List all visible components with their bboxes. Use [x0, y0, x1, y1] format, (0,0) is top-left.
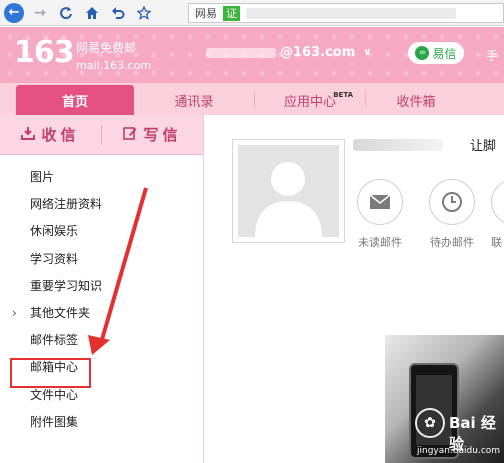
- main-tabbar: 首页 通讯录 应用中心 BETA 收件箱: [0, 83, 504, 115]
- tab-inbox[interactable]: 收件箱: [366, 85, 466, 115]
- greeting-text: 让脚: [470, 139, 497, 154]
- folder-list: 图片 网络注册资料 休闲娱乐 学习资料 重要学习知识 › 其他文件夹 邮件标签 …: [0, 163, 204, 435]
- folder-item-mail-tags[interactable]: 邮件标签: [0, 326, 204, 353]
- tab-home[interactable]: 首页: [16, 85, 134, 115]
- sidebar-actions: 收信 写信: [0, 115, 203, 155]
- account-menu[interactable]: @163.com ∨: [206, 45, 371, 60]
- avatar[interactable]: [232, 139, 345, 243]
- quick-action-label: 联: [491, 236, 502, 249]
- folder-item-leisure[interactable]: 休闲娱乐: [0, 217, 204, 244]
- account-name-blurred: [206, 47, 276, 58]
- tab-app-center[interactable]: 应用中心 BETA: [255, 85, 365, 115]
- edit-icon: [123, 126, 137, 144]
- logo-domain: mail.163.com: [76, 59, 152, 72]
- header-more-link[interactable]: 手: [486, 47, 498, 64]
- folder-label: 其他文件夹: [30, 306, 91, 321]
- avatar-placeholder: [238, 145, 339, 237]
- star-icon[interactable]: [134, 3, 154, 23]
- clock-icon: [429, 179, 475, 225]
- folder-item-study[interactable]: 学习资料: [0, 245, 204, 272]
- undo-icon[interactable]: [108, 3, 128, 23]
- logo-text: 网易免费邮: [76, 41, 137, 55]
- folder-label: 文件中心: [30, 387, 79, 402]
- folder-label: 重要学习知识: [30, 278, 103, 293]
- quick-action-label: 待办邮件: [430, 236, 474, 249]
- username-blurred: [353, 139, 443, 151]
- home-icon[interactable]: [82, 3, 102, 23]
- folder-item-important-study[interactable]: 重要学习知识: [0, 272, 204, 299]
- quick-contacts[interactable]: 联: [491, 179, 504, 250]
- highlight-box: [10, 358, 91, 388]
- beta-badge: BETA: [333, 91, 353, 99]
- quick-action-label: 未读邮件: [358, 236, 402, 249]
- folder-item-attachment-gallery[interactable]: 附件图集: [0, 408, 204, 435]
- quick-unread-mail[interactable]: 未读邮件: [355, 179, 405, 250]
- compose-button[interactable]: 写信: [102, 124, 203, 145]
- baidu-watermark: ✿ Bai 经验 jingyan.baidu.com: [415, 408, 504, 458]
- chevron-right-icon[interactable]: ›: [12, 306, 17, 320]
- download-icon: [21, 126, 36, 144]
- watermark-url: jingyan.baidu.com: [417, 446, 501, 456]
- address-bar[interactable]: 网易 证: [188, 3, 504, 23]
- envelope-icon: [357, 179, 403, 225]
- address-site-name: 网易: [195, 7, 217, 20]
- sidebar: 收信 写信 图片 网络注册资料 休闲娱乐 学习资料 重要学习知识 › 其他文件夹…: [0, 115, 204, 463]
- back-arrow-icon[interactable]: ←: [4, 2, 24, 23]
- forward-arrow-icon[interactable]: →: [30, 3, 50, 23]
- folder-label: 学习资料: [30, 251, 79, 266]
- compose-label: 写信: [143, 126, 182, 144]
- folder-label: 网络注册资料: [30, 197, 103, 212]
- address-url-blurred: [246, 7, 456, 19]
- folder-label: 邮件标签: [30, 333, 79, 348]
- certificate-badge[interactable]: 证: [223, 5, 240, 21]
- folder-label: 图片: [30, 170, 55, 185]
- chevron-down-icon: ∨: [363, 47, 372, 58]
- receive-label: 收信: [41, 126, 80, 144]
- logo-number[interactable]: 163: [14, 35, 75, 70]
- folder-item-registration[interactable]: 网络注册资料: [0, 190, 204, 217]
- mail-header: 163 网易免费邮 mail.163.com @163.com ∨ ∞ 易信 手: [0, 27, 504, 83]
- reload-icon[interactable]: [56, 3, 76, 23]
- user-silhouette-icon: [255, 162, 322, 237]
- folder-item-images[interactable]: 图片: [0, 163, 204, 190]
- yixin-icon: ∞: [415, 46, 430, 60]
- contacts-icon: [491, 179, 504, 225]
- folder-label: 休闲娱乐: [30, 224, 79, 239]
- folder-label: 附件图集: [30, 414, 79, 429]
- tab-inbox-label: 收件箱: [396, 94, 436, 110]
- quick-todo-mail[interactable]: 待办邮件: [427, 179, 477, 250]
- account-suffix: @163.com: [280, 45, 356, 60]
- tab-contacts-label: 通讯录: [174, 94, 214, 110]
- tab-app-center-label: 应用中心: [283, 94, 336, 110]
- yixin-label: 易信: [432, 46, 457, 61]
- yixin-button[interactable]: ∞ 易信: [408, 42, 464, 64]
- tab-contacts[interactable]: 通讯录: [134, 85, 254, 115]
- baidu-paw-icon: ✿: [415, 408, 445, 438]
- folder-item-other-folders[interactable]: › 其他文件夹: [0, 299, 204, 326]
- browser-toolbar: ← → 网易 证: [0, 0, 504, 26]
- receive-button[interactable]: 收信: [0, 124, 101, 145]
